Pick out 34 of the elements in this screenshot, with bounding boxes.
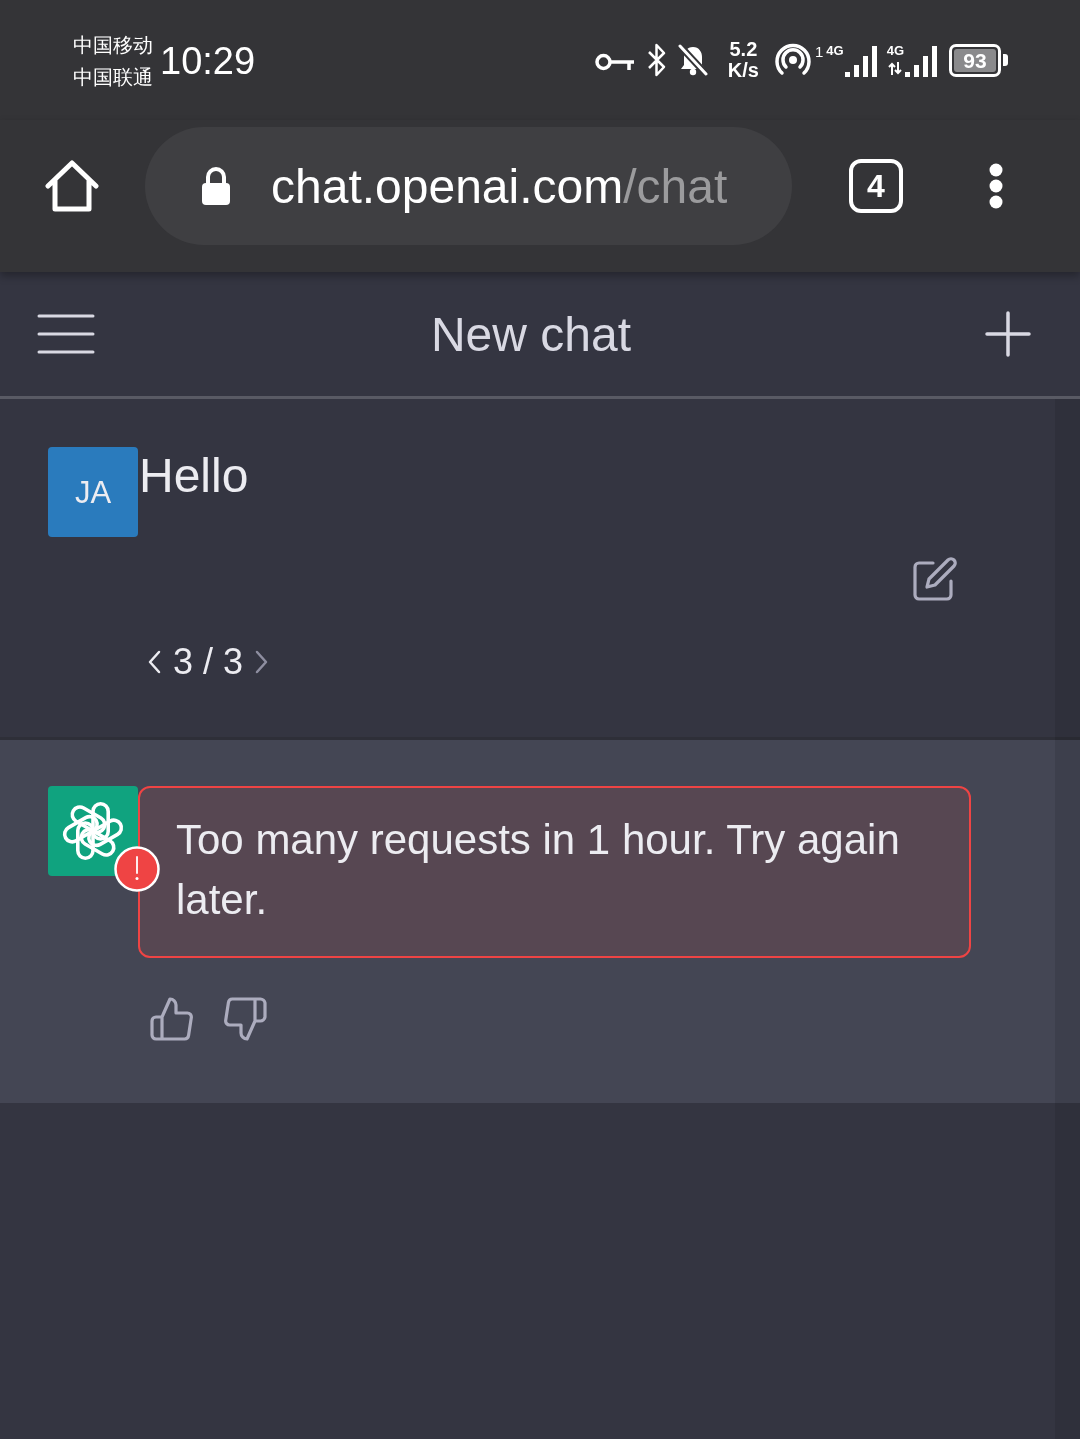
hotspot-icon [774, 43, 811, 77]
lock-icon [200, 166, 232, 206]
signal-bars-icon [844, 45, 877, 77]
edit-icon[interactable] [913, 557, 957, 601]
error-message: Too many requests in 1 hour. Try again later. [138, 786, 971, 958]
clock-time: 10:29 [160, 39, 256, 83]
url-text: chat.openai.com/chat [271, 158, 728, 214]
plus-icon[interactable] [985, 311, 1031, 357]
carrier-name: 中国移动 [73, 33, 153, 58]
error-icon [114, 846, 160, 892]
bluetooth-icon [645, 42, 668, 78]
more-options-icon[interactable] [989, 163, 1003, 209]
network-type: 4G [826, 43, 844, 58]
pager-count: 3 / 3 [173, 641, 244, 683]
key-icon [594, 51, 635, 73]
message-text: Hello [139, 448, 249, 504]
battery-indicator: 93 [949, 43, 1008, 77]
speed-unit: K/s [727, 60, 759, 81]
carrier-name: 中国联通 [73, 65, 153, 90]
thumbs-up-icon[interactable] [150, 996, 194, 1042]
user-avatar: JA [48, 447, 138, 537]
chevron-left-icon[interactable] [147, 650, 161, 674]
signal-bars-icon [905, 45, 937, 77]
tab-count-button[interactable]: 4 [849, 159, 903, 213]
address-bar[interactable]: chat.openai.com/chat [145, 127, 792, 245]
sim-number: 1 [814, 43, 824, 59]
muted-bell-icon [677, 44, 708, 76]
home-icon[interactable] [45, 159, 99, 213]
bot-avatar-icon [48, 786, 138, 876]
page-title: New chat [430, 306, 632, 362]
menu-icon[interactable] [37, 314, 95, 354]
network-type: 4G [886, 43, 904, 58]
speed-value: 5.2 [729, 39, 758, 60]
thumbs-down-icon[interactable] [223, 996, 267, 1042]
